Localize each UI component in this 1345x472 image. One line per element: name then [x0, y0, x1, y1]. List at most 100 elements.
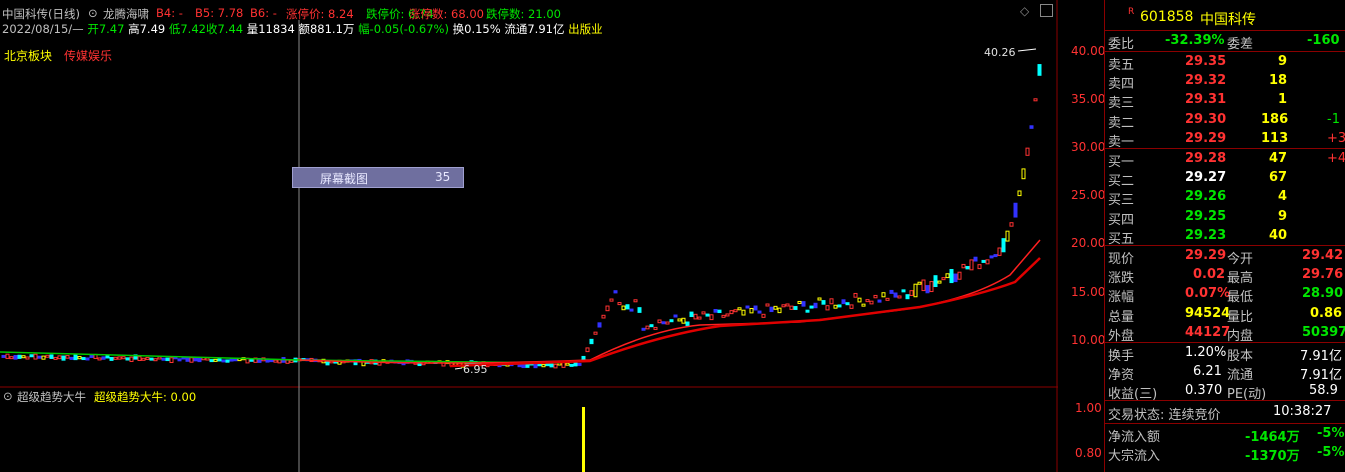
candle: [541, 364, 546, 368]
screenshot-popup[interactable]: 屏幕截图 35: [292, 167, 464, 188]
y-tick: 35.00: [1071, 92, 1106, 106]
netflow-value: -1464万: [1245, 430, 1300, 445]
candle: [209, 359, 214, 363]
sub-indicator-dropdown-icon[interactable]: ⊙: [3, 389, 13, 403]
fund-value: 1.20%: [1185, 345, 1227, 360]
candle: [113, 356, 118, 360]
candle: [965, 266, 970, 270]
candle: [41, 355, 46, 360]
stat-row[interactable]: 涨幅 0.07% 最低 28.90: [1105, 285, 1345, 305]
region-tag[interactable]: 北京板块: [4, 47, 52, 64]
candle: [69, 356, 74, 360]
fund-row[interactable]: 换手 1.20% 股本 7.91亿: [1105, 344, 1345, 364]
fund-value: 6.21: [1193, 364, 1222, 380]
fund-value: 0.370: [1185, 383, 1223, 399]
candle: [873, 294, 878, 299]
ask-volume: 9: [1278, 54, 1288, 69]
fund-row[interactable]: 收益(三) 0.370 PE(动) 58.9: [1105, 382, 1345, 402]
candle: [169, 357, 174, 364]
stock-name: 中国科传: [1200, 12, 1256, 28]
candle: [81, 357, 86, 361]
candle: [669, 319, 674, 323]
candle: [765, 303, 770, 307]
ask-change: +3: [1327, 130, 1345, 146]
stat-value: 0.86: [1310, 305, 1343, 321]
sub-indicator-name[interactable]: 超级趋势大牛: [17, 389, 86, 405]
y-tick: 40.00: [1071, 44, 1106, 58]
bid-volume: 67: [1269, 170, 1288, 186]
indicator-name[interactable]: 龙腾海啸: [103, 6, 149, 22]
candle: [733, 309, 738, 313]
quote-high: 高7.49: [128, 22, 166, 36]
bid-row[interactable]: 买二 29.27 67: [1105, 169, 1345, 189]
window-toggle-icon[interactable]: [1040, 4, 1053, 17]
b6-value: B6: -: [250, 6, 277, 20]
stat-row[interactable]: 涨跌 0.02 最高 29.76: [1105, 266, 1345, 286]
bid-row[interactable]: 买五 29.23 40: [1105, 227, 1345, 247]
fund-value: 7.91亿: [1300, 368, 1342, 384]
bid-row[interactable]: 买一 29.28 47 +4: [1105, 150, 1345, 170]
screenshot-value: 35: [435, 170, 451, 184]
quote-industry: 出版业: [568, 22, 603, 36]
quote-close: 收7.44: [205, 22, 244, 36]
ask-row[interactable]: 卖三 29.31 1: [1105, 91, 1345, 112]
candle: [1005, 230, 1010, 242]
candle: [985, 259, 990, 265]
stat-row[interactable]: 现价 29.29 今开 29.42: [1105, 247, 1345, 267]
screenshot-label: 屏幕截图: [320, 172, 369, 186]
candle: [197, 357, 202, 363]
fund-row[interactable]: 净资 6.21 流通 7.91亿: [1105, 363, 1345, 384]
candle: [1025, 147, 1030, 156]
candle: [757, 310, 762, 314]
candle: [977, 264, 982, 270]
candle: [921, 279, 926, 292]
candle: [773, 305, 778, 310]
candle: [89, 354, 94, 358]
candle: [637, 307, 642, 313]
ask-row[interactable]: 卖一 29.29 113 +3: [1105, 130, 1345, 150]
ask-row[interactable]: 卖二 29.30 186 -1: [1105, 111, 1345, 131]
weicha-value: -160: [1307, 33, 1340, 48]
candle: [877, 299, 882, 303]
ask-row[interactable]: 卖四 29.32 18: [1105, 72, 1345, 92]
kline-chart-area[interactable]: 中国科传(日线) ⊙ 龙腾海啸 B4: - B5: 7.78 B6: - 涨停价…: [0, 0, 1058, 472]
candle: [745, 305, 750, 309]
bigflow-label: 大宗流入: [1108, 449, 1161, 464]
ask-row[interactable]: 卖五 29.35 9: [1105, 53, 1345, 73]
stat-label: 现价: [1108, 252, 1135, 267]
candle: [705, 313, 710, 317]
sector-tag[interactable]: 传媒娱乐: [64, 47, 112, 64]
y-tick: 30.00: [1071, 140, 1106, 154]
candle: [73, 354, 78, 361]
bid-row[interactable]: 买三 29.26 4: [1105, 188, 1345, 208]
stat-value: 29.76: [1302, 267, 1344, 283]
candle: [929, 281, 934, 293]
candle: [1033, 98, 1038, 102]
stat-row[interactable]: 外盘 44127 内盘 50397: [1105, 324, 1345, 344]
candle: [597, 322, 602, 328]
candle: [661, 321, 666, 325]
sub-indicator-value: 超级趋势大牛: 0.00: [94, 390, 197, 404]
candle: [105, 354, 110, 359]
candle: [905, 294, 910, 300]
bid-label: 买五: [1108, 231, 1135, 247]
candle: [605, 305, 610, 312]
candle: [861, 303, 866, 307]
candle: [657, 319, 662, 324]
candle: [289, 359, 294, 363]
bid-volume: 40: [1269, 227, 1288, 243]
bigflow-pct: -5%: [1317, 445, 1345, 460]
candle: [205, 357, 210, 361]
ask-label: 卖三: [1108, 96, 1135, 112]
quote-open: 开7.47: [87, 22, 125, 36]
fund-value: 7.91亿: [1300, 349, 1342, 364]
bid-row[interactable]: 买四 29.25 9: [1105, 208, 1345, 228]
stat-row[interactable]: 总量 94524 量比 0.86: [1105, 305, 1345, 325]
netflow-label: 净流入额: [1108, 430, 1161, 445]
candle: [273, 359, 278, 363]
candle: [545, 363, 550, 367]
candle: [45, 354, 50, 358]
indicator-dropdown-icon[interactable]: ⊙: [88, 6, 98, 20]
bid-price: 29.23: [1185, 227, 1227, 243]
diamond-icon[interactable]: ◇: [1020, 4, 1029, 18]
